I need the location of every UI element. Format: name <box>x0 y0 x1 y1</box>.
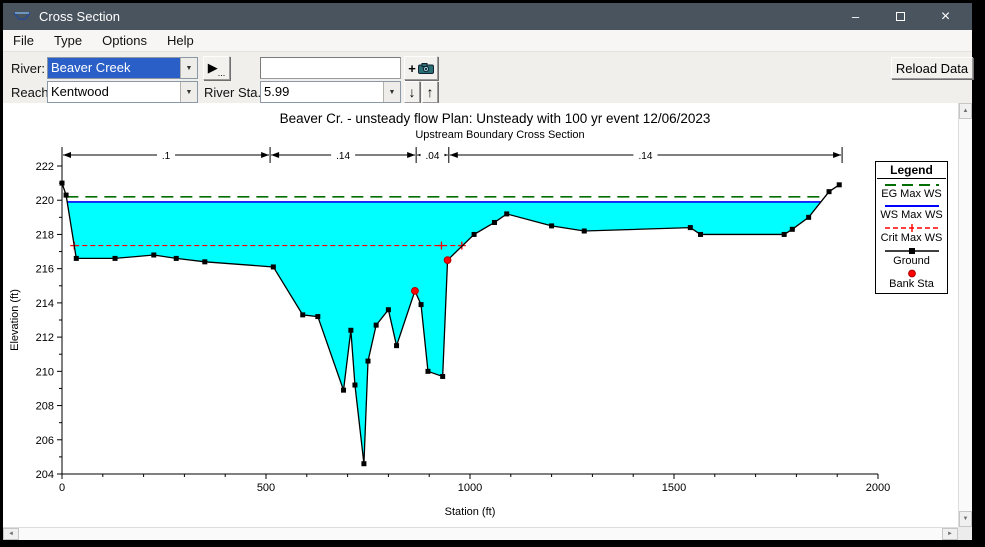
chevron-down-icon[interactable]: ▼ <box>180 82 197 102</box>
maximize-icon <box>896 12 905 21</box>
cross-section-icon <box>13 11 31 22</box>
legend-entry-ground: Ground <box>876 246 947 267</box>
scroll-up-icon[interactable]: ▲ <box>959 103 972 119</box>
svg-text:1000: 1000 <box>458 482 482 494</box>
svg-text:220: 220 <box>36 195 54 207</box>
chart-panel: Beaver Cr. - unsteady flow Plan: Unstead… <box>3 103 972 540</box>
minimize-button[interactable]: – <box>833 3 878 30</box>
menu-type[interactable]: Type <box>44 30 92 52</box>
svg-text:.14: .14 <box>638 151 652 162</box>
svg-text:0: 0 <box>59 482 65 494</box>
ws-line-sample <box>884 205 939 207</box>
scrollbar-corner <box>958 527 972 540</box>
window-controls: – × <box>833 3 968 30</box>
svg-text:Station (ft): Station (ft) <box>445 506 496 518</box>
cross-section-plot: Beaver Cr. - unsteady flow Plan: Unstead… <box>9 111 890 518</box>
svg-text:.14: .14 <box>336 151 350 162</box>
aux-text-field[interactable] <box>260 57 401 79</box>
vertical-scrollbar[interactable]: ▲ ▼ <box>958 103 972 527</box>
maximize-button[interactable] <box>878 3 923 30</box>
camera-icon <box>417 62 434 74</box>
down-arrow-icon: ↓ <box>408 84 416 100</box>
svg-text:222: 222 <box>36 161 54 173</box>
menu-file[interactable]: File <box>3 30 44 52</box>
svg-text:Beaver Cr. - unsteady flow: Beaver Cr. - unsteady flow Plan: Unstead… <box>280 111 711 126</box>
play-icon: ▶ <box>207 60 218 75</box>
chart-legend: Legend EG Max WS WS Max WS Crit Max WS G… <box>875 161 948 294</box>
add-plot-snapshot-button[interactable]: + <box>404 56 438 80</box>
legend-entry-ws: WS Max WS <box>876 202 947 221</box>
svg-text:.04: .04 <box>426 151 440 162</box>
scroll-right-icon[interactable]: ► <box>942 528 958 540</box>
menu-bar: File Type Options Help <box>3 30 972 52</box>
title-bar: Cross Section – × <box>3 3 972 30</box>
scroll-left-icon[interactable]: ◄ <box>3 528 19 540</box>
svg-text:.1: .1 <box>162 151 171 162</box>
close-button[interactable]: × <box>923 3 968 30</box>
crit-line-sample <box>884 224 939 232</box>
eg-line-sample <box>884 184 939 186</box>
legend-title: Legend <box>877 163 946 179</box>
svg-text:Elevation (ft): Elevation (ft) <box>9 289 21 351</box>
next-upstream-button[interactable]: ↑ <box>422 81 438 103</box>
svg-text:218: 218 <box>36 229 54 241</box>
svg-text:212: 212 <box>36 332 54 344</box>
plus-icon: + <box>408 60 416 76</box>
river-combo[interactable]: Beaver Creek ▼ <box>47 57 198 79</box>
svg-text:2000: 2000 <box>866 482 890 494</box>
reach-combo[interactable]: Kentwood ▼ <box>47 81 198 103</box>
up-arrow-icon: ↑ <box>426 84 434 100</box>
svg-text:Upstream Boundary Cross Sectio: Upstream Boundary Cross Section <box>415 129 584 141</box>
cross-section-window: Cross Section – × File Type Options Help… <box>0 0 985 547</box>
chevron-down-icon[interactable]: ▼ <box>383 82 400 102</box>
svg-text:1500: 1500 <box>662 482 686 494</box>
legend-entry-eg: EG Max WS <box>876 181 947 200</box>
svg-text:216: 216 <box>36 264 54 276</box>
reach-combo-value: Kentwood <box>51 84 109 99</box>
scroll-down-icon[interactable]: ▼ <box>959 511 972 527</box>
window-content: Cross Section – × File Type Options Help… <box>3 3 973 540</box>
svg-text:210: 210 <box>36 366 54 378</box>
river-sta-label: River Sta.: <box>204 85 265 100</box>
horizontal-scrollbar[interactable]: ◄ ► <box>3 527 958 540</box>
river-combo-value: Beaver Creek <box>48 58 180 78</box>
chevron-down-icon[interactable]: ▼ <box>180 58 197 78</box>
legend-entry-crit: Crit Max WS <box>876 223 947 244</box>
window-title: Cross Section <box>39 9 120 24</box>
svg-text:500: 500 <box>257 482 275 494</box>
river-sta-combo[interactable]: 5.99 ▼ <box>260 81 401 103</box>
plot-ws-button[interactable]: ▶... <box>203 56 230 80</box>
reload-data-button[interactable]: Reload Data <box>891 57 973 79</box>
menu-help[interactable]: Help <box>157 30 204 52</box>
svg-text:214: 214 <box>36 298 54 310</box>
svg-text:206: 206 <box>36 435 54 447</box>
svg-text:204: 204 <box>36 469 54 481</box>
bank-marker-sample <box>907 269 916 278</box>
ellipsis-icon: ... <box>217 68 226 78</box>
menu-options[interactable]: Options <box>92 30 157 52</box>
toolbar: River: Beaver Creek ▼ ▶... + Reload Data… <box>3 53 973 103</box>
river-label: River: <box>11 61 45 76</box>
ground-line-sample <box>884 248 939 254</box>
river-sta-combo-value: 5.99 <box>264 84 290 99</box>
svg-text:208: 208 <box>36 401 54 413</box>
next-downstream-button[interactable]: ↓ <box>404 81 420 103</box>
legend-entry-bank: Bank Sta <box>876 269 947 290</box>
